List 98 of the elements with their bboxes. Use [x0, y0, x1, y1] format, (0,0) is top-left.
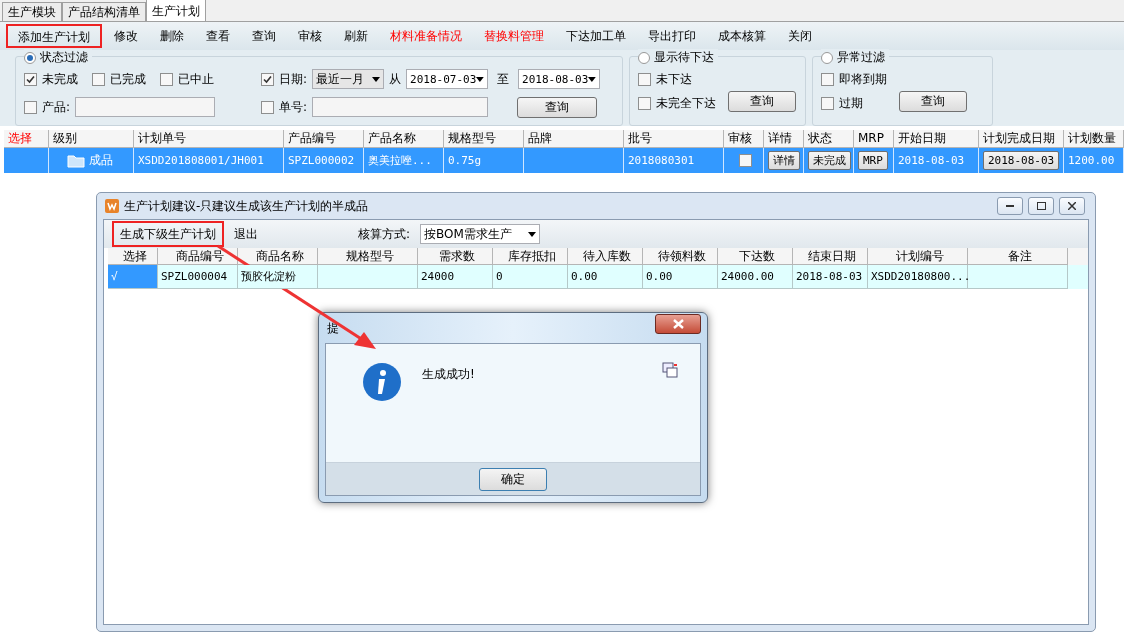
checkbox[interactable] — [638, 72, 651, 86]
toolbar-button[interactable]: 退出 — [228, 221, 264, 247]
toolbar-button[interactable]: 生成下级生产计划 — [112, 221, 224, 247]
toolbar-button[interactable]: 添加生产计划 — [6, 24, 102, 48]
tab[interactable]: 产品结构清单 — [62, 2, 146, 21]
dropdown-arrow-icon — [372, 76, 381, 82]
toolbar-button[interactable]: 导出打印 — [638, 24, 706, 48]
toolbar-button[interactable]: 刷新 — [334, 24, 378, 48]
dropdown-arrow-icon — [588, 76, 597, 82]
cell-button[interactable]: 详情 — [768, 151, 800, 170]
table-cell: XSDD201808001/JH001 — [138, 154, 264, 167]
dropdown-arrow-icon — [476, 76, 485, 82]
toolbar-button[interactable]: 修改 — [104, 24, 148, 48]
query-button[interactable]: 查询 — [728, 91, 796, 112]
checkbox[interactable] — [24, 72, 37, 86]
method-dropdown[interactable]: 按BOM需求生产 — [420, 224, 541, 244]
radio-button[interactable] — [638, 51, 650, 64]
checkbox-label: 未完全下达 — [656, 94, 716, 112]
order-number-field[interactable] — [312, 97, 489, 117]
group-label: 显示待下达 — [654, 49, 714, 66]
minimize-button[interactable] — [997, 197, 1023, 215]
checkbox-label: 未下达 — [656, 70, 692, 88]
table-cell: 预胶化淀粉 — [238, 265, 318, 289]
field-label: 单号: — [279, 98, 308, 116]
range-dropdown[interactable]: 最近一月 — [312, 69, 385, 89]
query-button[interactable]: 查询 — [517, 96, 598, 118]
close-icon — [1068, 202, 1076, 210]
checkbox[interactable] — [261, 72, 274, 86]
table-cell: 24000.00 — [718, 265, 793, 289]
checkbox[interactable] — [821, 96, 834, 110]
toolbar-button[interactable]: 查看 — [196, 24, 240, 48]
toolbar-button[interactable]: 成本核算 — [708, 24, 776, 48]
checkbox[interactable] — [24, 100, 37, 114]
checkbox-label: 已完成 — [110, 70, 146, 88]
toolbar-button[interactable]: 下达加工单 — [556, 24, 636, 48]
table-row[interactable]: 成品 XSDD201808001/JH001 SPZL000002 奥美拉唑... 0.75g 2018080301 详情 未完成 MRP 2018-08-03 2018-08-03 1200.00 — [4, 148, 1124, 173]
table-cell: 2018-08-03 — [793, 265, 868, 289]
maximize-button[interactable] — [1028, 197, 1054, 215]
checkbox-label: 未完成 — [42, 70, 78, 88]
close-button[interactable] — [1059, 197, 1085, 215]
copy-icon[interactable] — [662, 362, 678, 378]
query-button[interactable]: 查询 — [899, 91, 967, 112]
toolbar-button[interactable]: 关闭 — [778, 24, 822, 48]
close-icon — [672, 319, 684, 329]
ok-button[interactable]: 确定 — [479, 467, 547, 491]
field-label: 日期: — [279, 70, 308, 88]
table-cell: SPZL000002 — [288, 154, 355, 167]
group-label: 状态过滤 — [40, 49, 88, 66]
checkbox[interactable] — [261, 100, 274, 114]
table-cell: √ — [108, 265, 158, 289]
tab[interactable]: 生产计划 — [146, 0, 206, 21]
radio-button[interactable] — [821, 51, 833, 64]
folder-icon — [67, 153, 85, 168]
table-cell: 0.75g — [448, 154, 482, 167]
cell-button[interactable]: 2018-08-03 — [983, 151, 1060, 170]
table-cell: 1200.00 — [1068, 154, 1115, 167]
dropdown-arrow-icon — [528, 231, 537, 237]
checkbox[interactable] — [92, 72, 105, 86]
cell-button[interactable]: 未完成 — [808, 151, 851, 170]
product-field[interactable] — [75, 97, 216, 117]
toolbar-button[interactable]: 审核 — [288, 24, 332, 48]
to-label: 至 — [497, 70, 510, 88]
table-cell: 2018080301 — [628, 154, 695, 167]
from-label: 从 — [389, 70, 402, 88]
table-cell: 奥美拉唑... — [368, 153, 432, 168]
table-cell: 0 — [493, 265, 568, 289]
table-cell: 0.00 — [568, 265, 643, 289]
table-cell: SPZL000004 — [158, 265, 238, 289]
window-title: 生产计划建议-只建议生成该生产计划的半成品 — [124, 197, 370, 215]
checkbox-label: 过期 — [839, 94, 863, 112]
tab[interactable]: 生产模块 — [2, 2, 62, 21]
dialog-title: 提 — [327, 319, 339, 337]
field-label: 产品: — [42, 98, 71, 116]
close-button[interactable] — [655, 314, 701, 334]
app-icon — [105, 199, 119, 213]
to-date-picker[interactable]: 2018-08-03 — [518, 69, 601, 89]
checkbox[interactable] — [739, 154, 752, 167]
checkbox[interactable] — [638, 96, 651, 110]
from-date-picker[interactable]: 2018-07-03 — [406, 69, 489, 89]
toolbar-button[interactable]: 查询 — [242, 24, 286, 48]
cell-button[interactable]: MRP — [858, 151, 888, 170]
checkbox-label: 已中止 — [178, 70, 214, 88]
checkbox-label: 即将到期 — [839, 70, 887, 88]
table-cell: 0.00 — [643, 265, 718, 289]
checkbox[interactable] — [160, 72, 173, 86]
checkbox[interactable] — [821, 72, 834, 86]
table-cell: 24000 — [418, 265, 493, 289]
group-label: 异常过滤 — [837, 49, 885, 66]
toolbar-button[interactable]: 删除 — [150, 24, 194, 48]
info-icon — [362, 362, 402, 402]
minimize-icon — [1006, 205, 1014, 207]
table-cell: XSDD20180800... — [868, 265, 968, 289]
method-label: 核算方式: — [358, 225, 411, 243]
message-text: 生成成功! — [422, 366, 476, 383]
radio-button[interactable] — [24, 51, 36, 64]
maximize-icon — [1036, 202, 1046, 210]
table-cell: 2018-08-03 — [898, 154, 965, 167]
table-cell: 成品 — [89, 152, 113, 169]
